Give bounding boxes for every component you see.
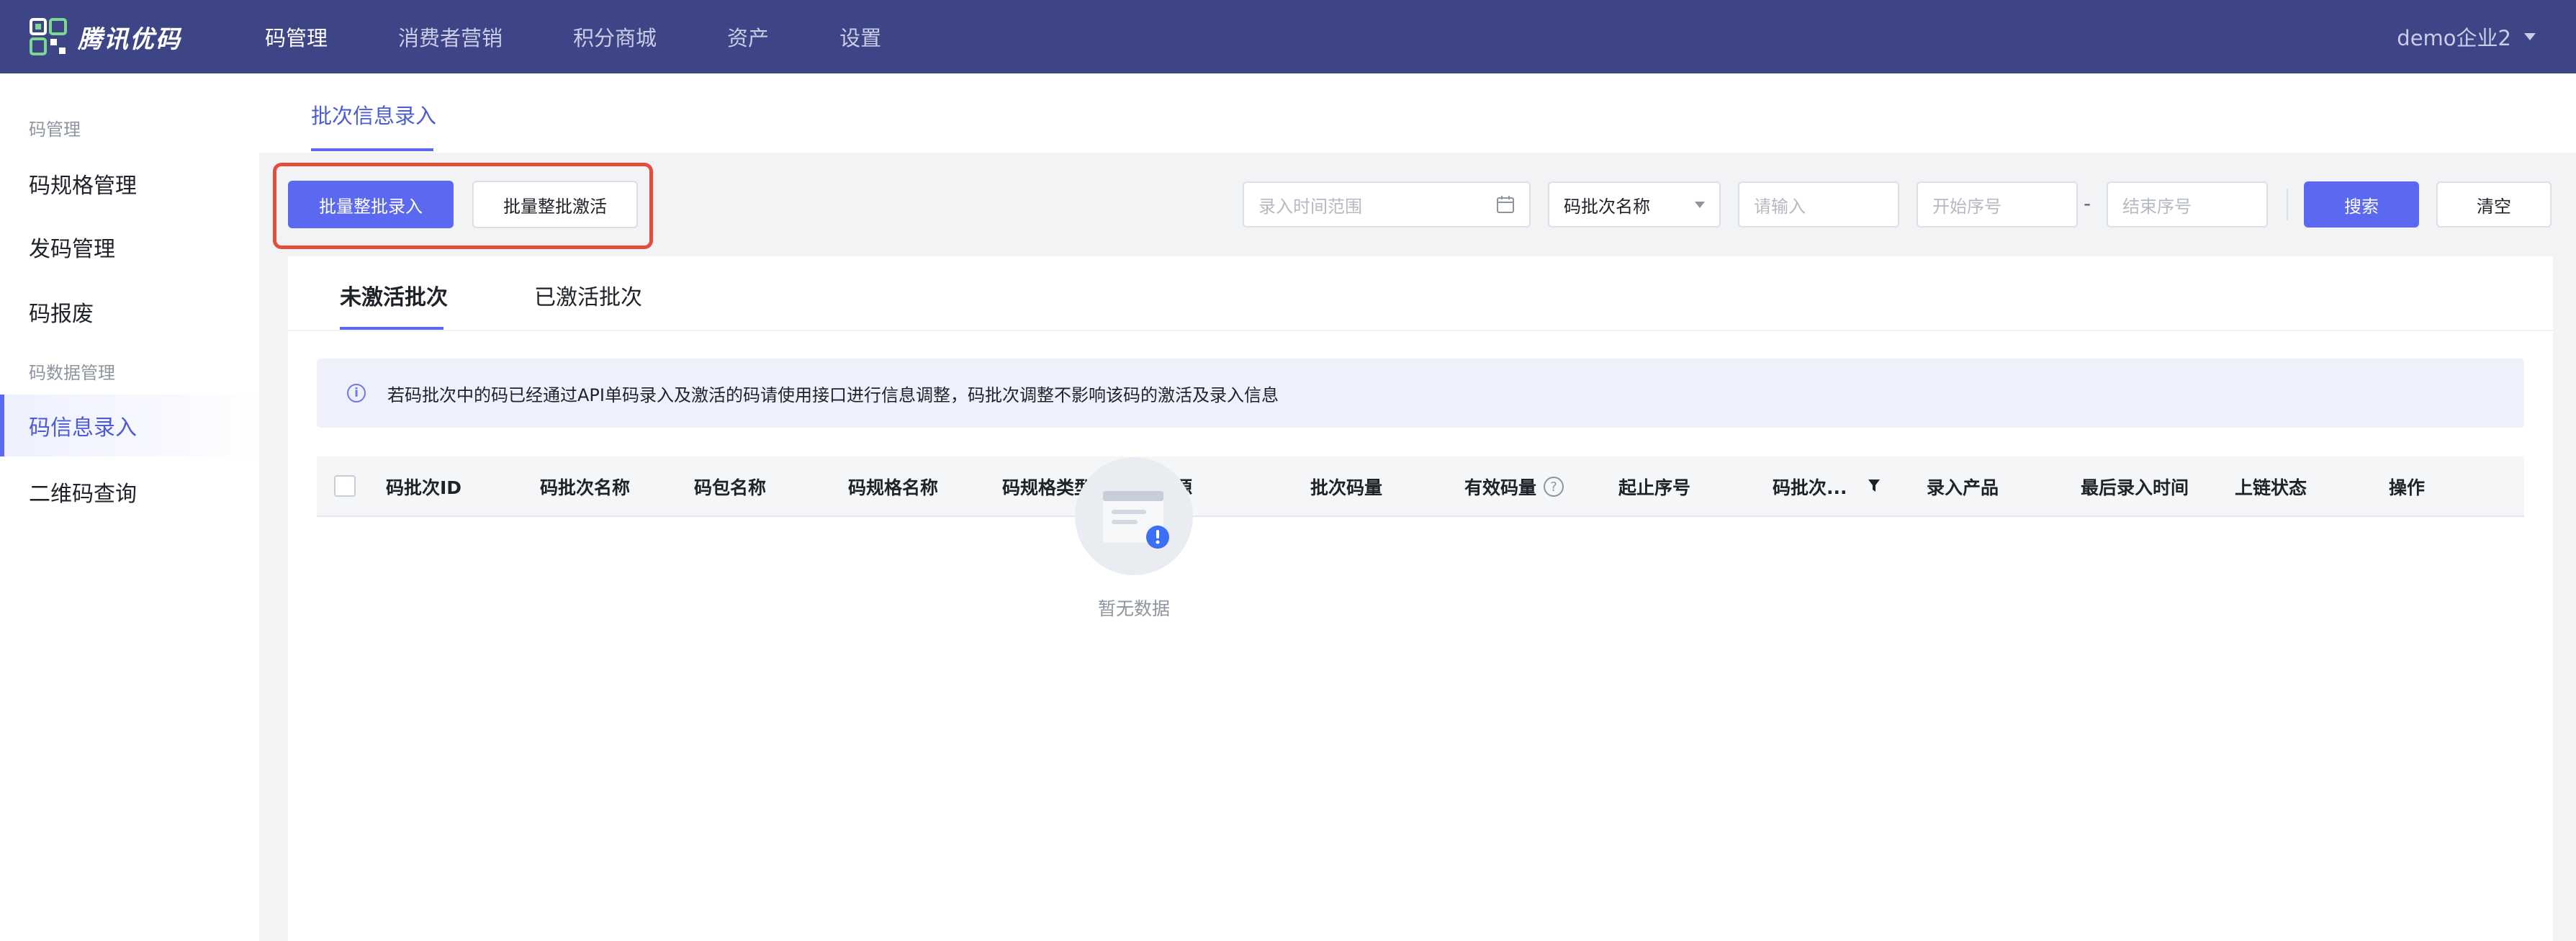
page-tab-indicator [311, 148, 433, 151]
col-package-name: 码包名称 [694, 477, 767, 498]
col-seq-range: 起止序号 [1618, 477, 1691, 498]
brand[interactable]: 腾讯优码 [29, 17, 265, 56]
time-range-placeholder: 录入时间范围 [1258, 196, 1362, 217]
sidebar-item-code-info-entry[interactable]: 码信息录入 [0, 395, 259, 456]
start-seq-input[interactable]: 开始序号 [1917, 181, 2078, 228]
batch-list-card: 未激活批次 已激活批次 i 若码批次中的码已经通过API单码录入及激活的码请使用… [288, 256, 2553, 941]
range-separator: - [2084, 192, 2091, 215]
end-seq-input[interactable]: 结束序号 [2107, 181, 2268, 228]
sidebar-item-code-scrap[interactable]: 码报废 [0, 281, 259, 343]
col-batch-status: 码批次... [1773, 477, 1847, 498]
tab-activated-batches[interactable]: 已激活批次 [534, 279, 642, 311]
batch-name-select[interactable]: 码批次名称 [1548, 181, 1721, 228]
nav-settings[interactable]: 设置 [839, 22, 881, 52]
nav-points-mall[interactable]: 积分商城 [573, 22, 657, 52]
main-nav: 码管理 消费者营销 积分商城 资产 设置 [265, 0, 952, 73]
sidebar: 码管理 码规格管理 发码管理 码报废 码数据管理 码信息录入 二维码查询 [0, 73, 259, 941]
sidebar-item-qrcode-query[interactable]: 二维码查询 [0, 461, 259, 523]
col-valid-count: 有效码量 ? [1464, 456, 1564, 517]
clear-button[interactable]: 清空 [2436, 181, 2552, 228]
sidebar-item-code-spec[interactable]: 码规格管理 [0, 153, 259, 215]
col-actions: 操作 [2389, 477, 2426, 498]
col-spec-name: 码规格名称 [848, 477, 939, 498]
col-batch-name: 码批次名称 [540, 477, 631, 498]
batch-activate-button[interactable]: 批量整批激活 [472, 181, 638, 228]
col-product: 录入产品 [1927, 477, 1999, 498]
col-valid-count-label: 有效码量 [1464, 477, 1537, 498]
select-all-checkbox[interactable] [334, 475, 356, 497]
search-button[interactable]: 搜索 [2304, 181, 2419, 228]
filter-icon[interactable] [1868, 478, 1881, 494]
brand-name: 腾讯优码 [78, 24, 181, 54]
sidebar-group-code-management: 码管理 [29, 120, 81, 140]
tab-inactive-batches[interactable]: 未激活批次 [340, 279, 448, 311]
nav-code-management[interactable]: 码管理 [265, 22, 328, 52]
tabs-divider [288, 330, 2553, 331]
search-input[interactable]: 请输入 [1738, 181, 1899, 228]
nav-assets[interactable]: 资产 [727, 22, 769, 52]
chevron-down-icon [1695, 201, 1705, 208]
batch-import-button[interactable]: 批量整批录入 [288, 181, 454, 228]
col-chain-status: 上链状态 [2235, 477, 2307, 498]
help-icon[interactable]: ? [1544, 477, 1564, 497]
info-notice: i 若码批次中的码已经通过API单码录入及激活的码请使用接口进行信息调整，码批次… [317, 359, 2524, 428]
table-header: 码批次ID 码批次名称 码包名称 码规格名称 码规格类型 码源 批次码量 有效码… [317, 456, 2524, 517]
empty-data-icon [1075, 457, 1193, 575]
col-batch-count: 批次码量 [1310, 477, 1383, 498]
calendar-icon [1497, 196, 1514, 213]
col-last-entry-time: 最后录入时间 [2081, 477, 2189, 498]
page-header: 批次信息录入 [259, 73, 2576, 153]
search-input-placeholder: 请输入 [1754, 196, 1806, 217]
page-tab-batch-info-entry[interactable]: 批次信息录入 [311, 99, 436, 130]
sidebar-group-code-data: 码数据管理 [29, 363, 115, 383]
info-icon: i [347, 384, 366, 402]
time-range-picker[interactable]: 录入时间范围 [1243, 181, 1531, 228]
batch-name-select-value: 码批次名称 [1564, 196, 1650, 217]
toolbar-divider [2287, 189, 2288, 220]
end-seq-placeholder: 结束序号 [2122, 196, 2192, 217]
caret-down-icon [2524, 33, 2536, 40]
start-seq-placeholder: 开始序号 [1932, 196, 2001, 217]
sidebar-item-code-issue[interactable]: 发码管理 [0, 216, 259, 278]
col-batch-id: 码批次ID [386, 477, 462, 498]
brand-logo-icon [30, 18, 67, 55]
info-notice-text: 若码批次中的码已经通过API单码录入及激活的码请使用接口进行信息调整，码批次调整… [387, 384, 1279, 405]
user-menu[interactable]: demo企业2 [2397, 0, 2536, 73]
empty-text: 暂无数据 [1097, 598, 1170, 619]
user-name: demo企业2 [2397, 26, 2511, 50]
top-navigation-bar: 腾讯优码 码管理 消费者营销 积分商城 资产 设置 demo企业2 [0, 0, 2576, 73]
nav-consumer-marketing[interactable]: 消费者营销 [398, 22, 503, 52]
